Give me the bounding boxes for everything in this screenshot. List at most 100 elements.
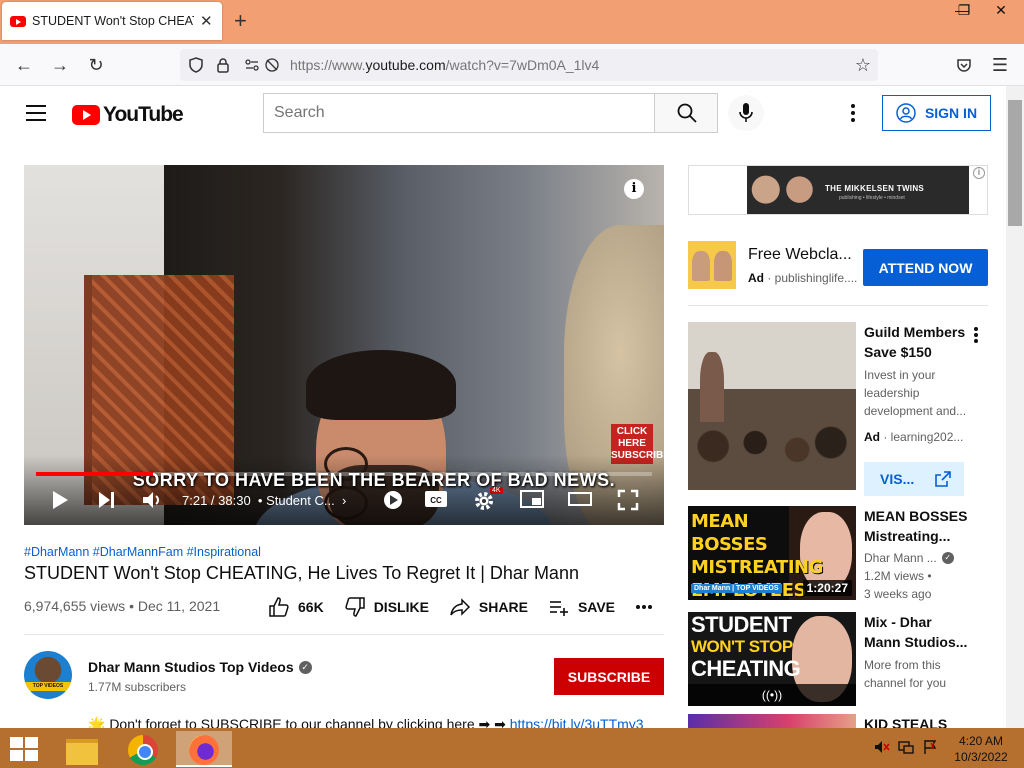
volume-icon[interactable] <box>140 489 164 513</box>
related-title-line-1: MEAN BOSSES <box>864 508 968 524</box>
windows-taskbar: 4:20 AM 10/3/2022 <box>0 728 1024 768</box>
notification-flag-icon[interactable] <box>922 739 938 758</box>
pocket-icon[interactable] <box>953 54 975 76</box>
permissions-icon[interactable] <box>244 57 260 77</box>
thumbnail-caption-line-3: CHEATING <box>691 656 801 681</box>
more-actions-button[interactable] <box>635 604 653 610</box>
browser-tab-active[interactable]: STUDENT Won't Stop CHEATING, He Lives To… <box>2 2 222 40</box>
hashtags[interactable]: #DharMann #DharMannFam #Inspirational <box>24 545 261 559</box>
firefox-icon[interactable] <box>176 731 232 767</box>
like-button[interactable]: 66K <box>268 596 324 618</box>
related-video-title[interactable]: KID STEALS <box>864 714 947 728</box>
page-scrollbar[interactable] <box>1006 86 1024 728</box>
new-tab-button[interactable]: + <box>234 8 247 34</box>
mix-desc-line-1: More from this <box>864 658 941 672</box>
progress-bar[interactable] <box>36 472 652 476</box>
thumbs-up-icon <box>269 597 289 617</box>
system-clock[interactable]: 4:20 AM 10/3/2022 <box>950 733 1012 765</box>
video-player[interactable]: CLICK HERE SUBSCRIBE i SORRY TO HAVE BEE… <box>24 165 664 525</box>
promoted-title-line-2: Save $150 <box>864 344 932 360</box>
reload-icon[interactable]: ↻ <box>85 54 107 76</box>
chrome-icon[interactable] <box>115 731 171 767</box>
play-icon[interactable] <box>48 489 72 513</box>
visit-site-button[interactable]: VIS... <box>864 462 964 496</box>
voice-search-button[interactable] <box>728 95 764 131</box>
miniplayer-icon[interactable] <box>520 489 544 513</box>
browser-title-bar: STUDENT Won't Stop CHEATING, He Lives To… <box>0 0 1024 44</box>
search-icon <box>677 103 697 123</box>
windows-start-icon[interactable] <box>10 737 38 761</box>
promoted-desc-line-1: Invest in your <box>864 368 936 382</box>
mix-title[interactable]: Mix - Dhar Mann Studios... <box>864 612 967 652</box>
youtube-logo[interactable]: YouTube <box>72 103 184 127</box>
url-text[interactable]: https://www.youtube.com/watch?v=7wDm0A_1… <box>290 57 599 73</box>
bookmark-star-icon[interactable]: ☆ <box>852 54 874 76</box>
dislike-button[interactable]: DISLIKE <box>344 596 429 618</box>
promoted-thumbnail[interactable] <box>688 322 856 490</box>
mix-thumbnail[interactable]: STUDENT WON'T STOP CHEATING ((•)) <box>688 612 856 706</box>
promoted-more-icon[interactable] <box>974 327 978 345</box>
subscribe-button[interactable]: SUBSCRIBE <box>554 658 664 695</box>
scrollbar-thumb[interactable] <box>1008 100 1022 226</box>
banner-subtitle: publishing • lifestyle • mindset <box>839 195 905 201</box>
duration-badge: 1:20:27 <box>802 580 852 596</box>
promoted-title[interactable]: Guild Members Save $150 <box>864 322 965 362</box>
search-input[interactable] <box>263 93 655 133</box>
ad-info-icon[interactable]: i <box>973 167 985 179</box>
captions-icon[interactable]: CC <box>424 489 448 513</box>
share-button[interactable]: SHARE <box>449 596 528 618</box>
chapter-title[interactable]: • Student C... <box>258 493 335 508</box>
channel-name-row[interactable]: Dhar Mann Studios Top Videos ✓ <box>88 659 312 675</box>
player-controls: 7:21 / 38:30 • Student C... › CC 4K <box>24 483 664 519</box>
autoplay-blocked-icon[interactable] <box>264 57 280 77</box>
sidebar-divider <box>688 305 988 306</box>
address-bar[interactable]: https://www.youtube.com/watch?v=7wDm0A_1… <box>180 49 878 81</box>
info-icon[interactable]: i <box>624 179 644 199</box>
forward-arrow-icon[interactable]: → <box>49 54 71 76</box>
channel-name[interactable]: Dhar Mann Studios Top Videos <box>88 659 294 675</box>
tab-close-button[interactable]: ✕ <box>200 12 213 30</box>
channel-avatar[interactable]: TOP VIDEOS <box>24 651 72 699</box>
settings-more-icon[interactable] <box>848 104 858 124</box>
volume-muted-icon[interactable] <box>874 739 890 758</box>
ad-source: · publishinglife.... <box>767 271 858 285</box>
ad-thumbnail[interactable] <box>688 241 736 289</box>
related-channel[interactable]: Dhar Mann ... <box>864 549 937 567</box>
url-domain: youtube.com <box>365 57 446 73</box>
mix-description: More from this channel for you <box>864 656 946 692</box>
url-prefix: https://www. <box>290 57 366 73</box>
back-arrow-icon[interactable]: ← <box>13 54 35 76</box>
promoted-source: · learning202... <box>883 430 964 444</box>
banner-title: THE MIKKELSEN TWINS <box>825 184 925 193</box>
close-window-button[interactable]: ✕ <box>983 0 1019 22</box>
related-video-title[interactable]: MEAN BOSSES Mistreating... <box>864 506 967 546</box>
video-thumbnail-kid-steals[interactable] <box>688 714 856 728</box>
app-menu-icon[interactable]: ☰ <box>989 54 1011 76</box>
mix-title-line-2: Mann Studios... <box>864 634 968 650</box>
file-explorer-icon[interactable] <box>54 731 110 767</box>
video-thumbnail-mean-bosses[interactable]: MEAN BOSSES MISTREATING EMPLOYEES Dhar M… <box>688 506 856 600</box>
fullscreen-icon[interactable] <box>616 489 640 513</box>
autoplay-toggle-icon[interactable] <box>382 489 404 513</box>
next-video-icon[interactable] <box>94 489 118 513</box>
promoted-desc-line-2: leadership <box>864 386 920 400</box>
shield-icon[interactable] <box>188 57 204 77</box>
verified-check-icon: ✓ <box>941 552 954 564</box>
youtube-masthead: YouTube SIGN IN <box>0 86 1006 142</box>
save-button[interactable]: SAVE <box>548 596 615 618</box>
ad-banner[interactable]: THE MIKKELSEN TWINS publishing • lifesty… <box>688 165 988 215</box>
sign-in-button[interactable]: SIGN IN <box>882 95 991 131</box>
attend-now-button[interactable]: ATTEND NOW <box>863 249 988 286</box>
view-count-date: 6,974,655 views • Dec 11, 2021 <box>24 598 221 614</box>
search-button[interactable] <box>654 93 718 133</box>
theater-mode-icon[interactable] <box>568 489 592 513</box>
network-icon[interactable] <box>898 739 914 758</box>
ad-title[interactable]: Free Webcla... <box>748 246 852 264</box>
restore-button[interactable]: ❐ <box>946 0 982 22</box>
guide-menu-icon[interactable] <box>26 105 46 121</box>
verified-check-icon: ✓ <box>298 660 312 674</box>
svg-text:CC: CC <box>430 496 442 505</box>
playlist-add-icon <box>549 601 568 616</box>
lock-icon[interactable] <box>216 57 230 77</box>
mix-radio-icon: ((•)) <box>688 684 856 706</box>
